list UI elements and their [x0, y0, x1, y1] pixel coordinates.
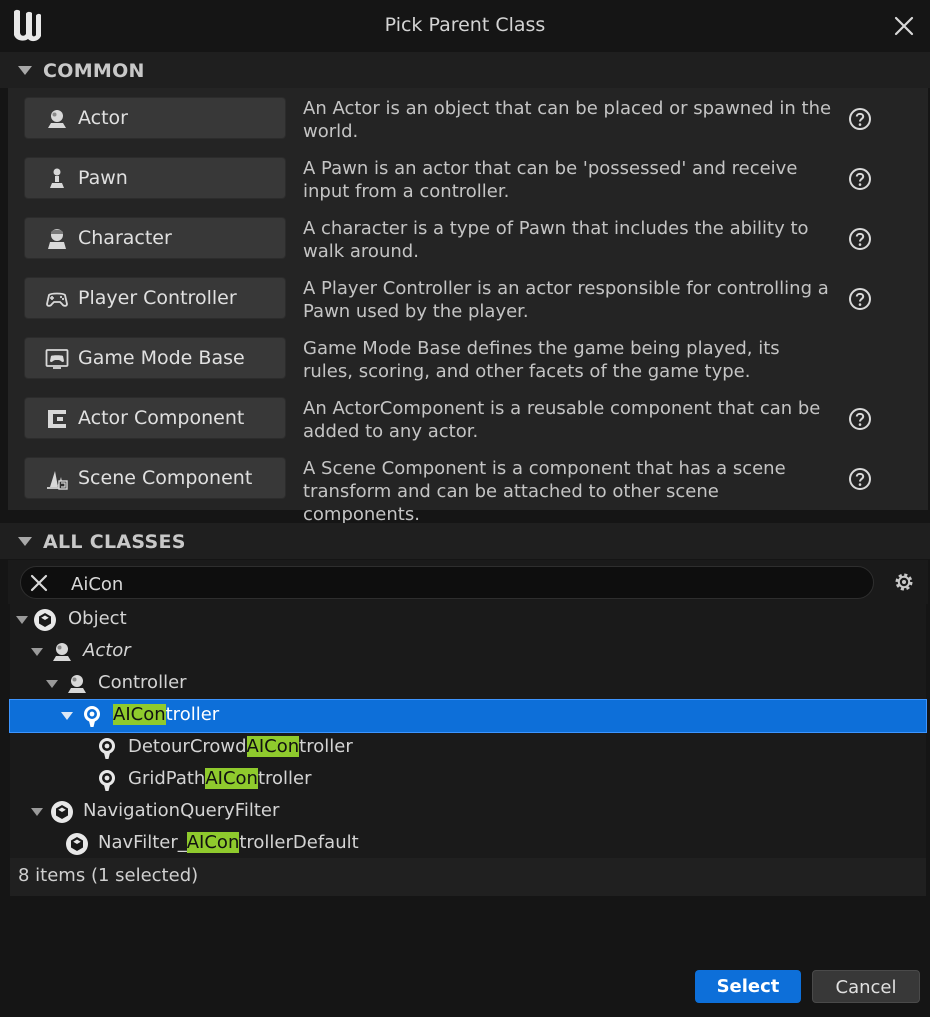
search-match-highlight: AICon: [246, 736, 300, 757]
class-tree: Object Actor Controller AIController Det…: [9, 604, 927, 860]
scene-component-button-label: Scene Component: [78, 467, 253, 489]
common-row-player-controller: Player Controller A Player Controller is…: [8, 268, 928, 328]
ai-controller-icon: [99, 770, 115, 791]
pawn-icon: [50, 168, 64, 188]
tree-row-controller[interactable]: Controller: [10, 668, 926, 700]
tree-item-label: Actor: [83, 640, 131, 661]
common-row-pawn: Pawn A Pawn is an actor that can be 'pos…: [8, 148, 928, 208]
tree-row-detourcrowd-aicontroller[interactable]: DetourCrowdAIController: [10, 732, 926, 764]
common-section-header[interactable]: COMMON: [0, 52, 930, 88]
search-box: [20, 566, 874, 599]
help-icon[interactable]: [848, 467, 872, 491]
tree-item-label: AIController: [113, 704, 220, 725]
character-button[interactable]: Character: [24, 217, 286, 259]
pawn-description: A Pawn is an actor that can be 'possesse…: [303, 158, 798, 202]
expand-arrow-icon[interactable]: [31, 648, 43, 656]
tree-row-actor[interactable]: Actor: [10, 636, 926, 668]
help-icon[interactable]: [848, 407, 872, 431]
tree-row-navigation-query-filter[interactable]: NavigationQueryFilter: [10, 796, 926, 828]
common-header-label: COMMON: [43, 60, 145, 82]
common-row-character: Character A character is a type of Pawn …: [8, 208, 928, 268]
collapse-arrow-icon: [18, 66, 32, 75]
player-controller-description: A Player Controller is an actor responsi…: [303, 278, 829, 322]
tree-row-navfilter-aicontroller-default[interactable]: NavFilter_AIControllerDefault: [10, 828, 926, 860]
expand-arrow-icon[interactable]: [16, 616, 28, 624]
tree-row-object[interactable]: Object: [10, 604, 926, 636]
game-mode-base-description: Game Mode Base defines the game being pl…: [303, 338, 780, 382]
help-icon[interactable]: [848, 107, 872, 131]
player-controller-button-label: Player Controller: [78, 287, 237, 309]
scene-component-description: A Scene Component is a component that ha…: [303, 458, 786, 525]
status-bar: 8 items (1 selected): [10, 858, 926, 896]
game-mode-icon: [45, 349, 69, 369]
actor-component-icon: [48, 410, 66, 428]
game-mode-base-button-label: Game Mode Base: [78, 347, 245, 369]
pawn-button-label: Pawn: [78, 167, 128, 189]
actor-component-button-label: Actor Component: [78, 407, 245, 429]
help-icon[interactable]: [848, 167, 872, 191]
select-button[interactable]: Select: [695, 970, 801, 1003]
all-classes-section-header[interactable]: ALL CLASSES: [0, 523, 930, 559]
search-match-highlight: AICon: [113, 704, 166, 725]
actor-component-description: An ActorComponent is a reusable componen…: [303, 398, 821, 442]
character-button-label: Character: [78, 227, 172, 249]
title-bar: Pick Parent Class: [0, 0, 930, 52]
collapse-arrow-icon: [18, 537, 32, 546]
cancel-button[interactable]: Cancel: [812, 970, 920, 1003]
close-icon[interactable]: [892, 14, 916, 38]
ai-controller-icon: [99, 738, 115, 759]
player-controller-button[interactable]: Player Controller: [24, 277, 286, 319]
tree-row-aicontroller[interactable]: AIController: [9, 699, 927, 733]
tree-item-label: NavFilter_AIControllerDefault: [98, 832, 359, 853]
help-icon[interactable]: [848, 227, 872, 251]
gear-icon[interactable]: [892, 570, 916, 594]
common-row-actor: Actor An Actor is an object that can be …: [8, 88, 928, 148]
character-icon: [48, 229, 66, 249]
actor-description: An Actor is an object that can be placed…: [303, 98, 832, 142]
tree-item-label: DetourCrowdAIController: [128, 736, 353, 757]
common-row-actor-component: Actor Component An ActorComponent is a r…: [8, 388, 928, 448]
expand-arrow-icon[interactable]: [31, 808, 43, 816]
actor-component-button[interactable]: Actor Component: [24, 397, 286, 439]
item-count-status: 8 items (1 selected): [18, 865, 199, 886]
dialog-title: Pick Parent Class: [384, 14, 546, 36]
actor-icon: [68, 675, 86, 693]
clear-search-icon[interactable]: [28, 572, 50, 594]
expand-arrow-icon[interactable]: [61, 712, 73, 720]
actor-button-label: Actor: [78, 107, 128, 129]
search-match-highlight: AICon: [186, 832, 240, 853]
scene-component-icon: [47, 471, 68, 490]
ai-controller-icon: [84, 706, 100, 727]
tree-item-label: GridPathAIController: [128, 768, 312, 789]
gamepad-icon: [46, 292, 68, 307]
object-icon: [34, 609, 56, 631]
search-match-highlight: AICon: [205, 768, 258, 789]
pawn-button[interactable]: Pawn: [24, 157, 286, 199]
all-classes-header-label: ALL CLASSES: [43, 531, 186, 553]
actor-button[interactable]: Actor: [24, 97, 286, 139]
tree-item-label: Controller: [98, 672, 187, 693]
actor-icon: [48, 110, 66, 128]
expand-arrow-icon[interactable]: [46, 680, 58, 688]
tree-row-gridpath-aicontroller[interactable]: GridPathAIController: [10, 764, 926, 796]
actor-icon: [53, 643, 71, 661]
common-row-game-mode-base: Game Mode Base Game Mode Base defines th…: [8, 328, 928, 388]
game-mode-base-button[interactable]: Game Mode Base: [24, 337, 286, 379]
object-icon: [66, 833, 88, 855]
tree-item-label: NavigationQueryFilter: [83, 800, 280, 821]
character-description: A character is a type of Pawn that inclu…: [303, 218, 809, 262]
tree-item-label: Object: [68, 608, 127, 629]
common-row-scene-component: Scene Component A Scene Component is a c…: [8, 448, 928, 525]
common-classes-panel: Actor An Actor is an object that can be …: [8, 88, 928, 525]
help-icon[interactable]: [848, 287, 872, 311]
class-search-input[interactable]: [69, 571, 853, 597]
scene-component-button[interactable]: Scene Component: [24, 457, 286, 499]
search-row: [8, 560, 928, 604]
object-icon: [51, 801, 73, 823]
